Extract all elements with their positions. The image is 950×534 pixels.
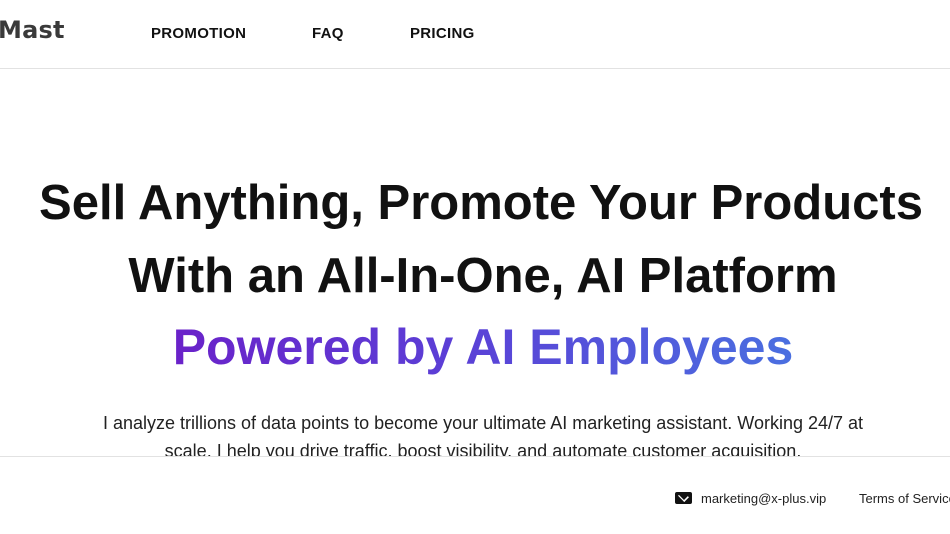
hero-subheadline-wrapper: Powered by AI Employees [0,318,950,376]
logo[interactable]: Mast [0,16,65,44]
hero-subheadline: Powered by AI Employees [172,319,794,375]
hero-description: I analyze trillions of data points to be… [40,409,926,456]
nav-promotion[interactable]: PROMOTION [151,25,246,42]
hero-description-line1: I analyze trillions of data points to be… [102,413,864,433]
hero-section: Sell Anything, Promote Your Products Wit… [0,70,950,456]
envelope-icon [675,492,692,504]
site-footer: marketing@x-plus.vip Terms of Service [0,456,950,534]
site-header: Mast PROMOTION FAQ PRICING [0,0,950,69]
hero-headline-line1: Sell Anything, Promote Your Products [39,176,923,230]
hero-headline-line2: With an All-In-One, AI Platform [128,249,838,303]
email-link[interactable]: marketing@x-plus.vip [701,491,826,506]
terms-of-service-link[interactable]: Terms of Service [859,491,950,506]
nav-pricing[interactable]: PRICING [410,25,475,42]
hero-description-line2: scale, I help you drive traffic, boost v… [164,441,802,456]
nav-faq[interactable]: FAQ [312,25,344,42]
